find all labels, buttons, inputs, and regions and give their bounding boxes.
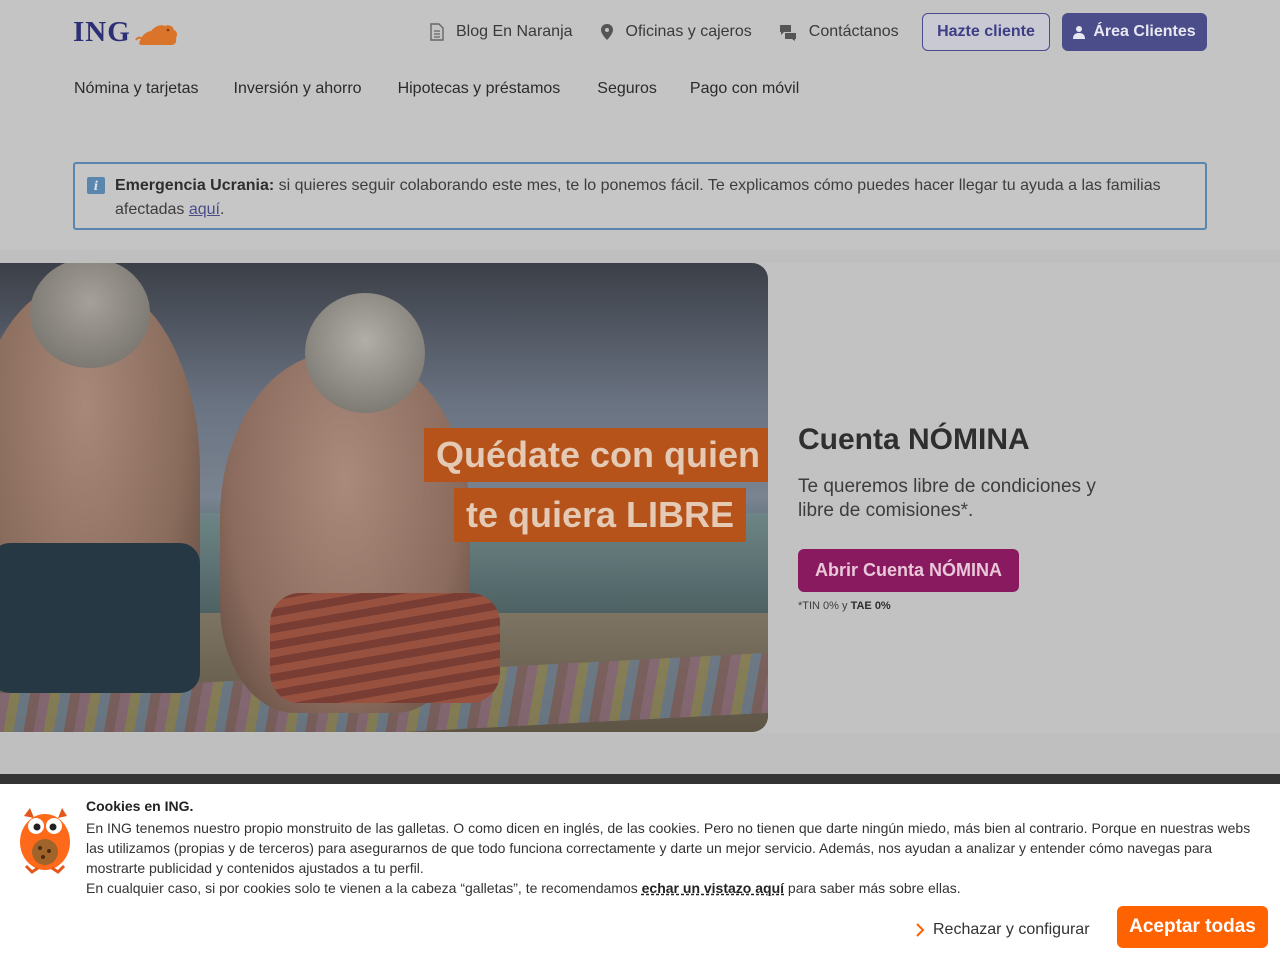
ukraine-alert: i Emergencia Ucrania: si quieres seguir … [73, 162, 1207, 230]
user-icon [1073, 26, 1086, 39]
info-icon: i [87, 177, 105, 194]
hero-legal-note: *TIN 0% y TAE 0% [798, 600, 891, 612]
topnav-label: Contáctanos [808, 23, 899, 40]
nav-nomina-tarjetas[interactable]: Nómina y tarjetas [74, 80, 199, 98]
site-header: ING Blog En Naranja Oficinas y cajeros C… [0, 0, 1280, 250]
reject-configure-button[interactable]: Rechazar y configurar [915, 918, 1090, 942]
nav-inversion-ahorro[interactable]: Inversión y ahorro [234, 80, 362, 98]
cookie-monster-icon [20, 808, 70, 874]
hero-image: Quédate con quien te quiera LIBRE [0, 263, 768, 732]
alert-end: . [219, 201, 225, 218]
area-clientes-label: Área Clientes [1093, 23, 1196, 40]
cookie-title: Cookies en ING. [86, 798, 194, 814]
topnav-label: Blog En Naranja [456, 23, 573, 40]
topnav-oficinas[interactable]: Oficinas y cajeros [600, 23, 752, 41]
nav-seguros[interactable]: Seguros [597, 80, 657, 98]
lion-icon [134, 24, 177, 45]
chevron-right-icon [916, 923, 925, 937]
headline-line-2: te quiera LIBRE [454, 488, 747, 542]
main-navigation: Nómina y tarjetas Inversión y ahorro Hip… [74, 80, 799, 98]
nav-pago-movil[interactable]: Pago con móvil [690, 80, 799, 98]
hero-title: Cuenta NÓMINA [798, 423, 1030, 456]
topnav-label: Oficinas y cajeros [625, 23, 752, 40]
logo-text: ING [73, 16, 131, 48]
hero-description: Te queremos libre de condiciones y libre… [798, 476, 1096, 521]
document-icon [430, 23, 444, 41]
cookie-info-link[interactable]: echar un vistazo aquí [642, 880, 784, 896]
headline-line-1: Quédate con quien [424, 428, 768, 482]
abrir-cuenta-button[interactable]: Abrir Cuenta NÓMINA [798, 549, 1019, 592]
hero-section: Quédate con quien te quiera LIBRE Cuenta… [0, 263, 1280, 733]
cookie-banner: Cookies en ING. En ING tenemos nuestro p… [0, 784, 1280, 960]
location-pin-icon [600, 24, 613, 40]
nav-hipotecas-prestamos[interactable]: Hipotecas y préstamos [398, 80, 561, 98]
area-clientes-button[interactable]: Área Clientes [1062, 13, 1207, 51]
alert-link[interactable]: aquí [189, 201, 220, 218]
cookie-text-secondary: En cualquier caso, si por cookies solo t… [86, 880, 961, 896]
top-navigation: Blog En Naranja Oficinas y cajeros Contá… [430, 14, 926, 50]
accept-all-button[interactable]: Aceptar todas [1117, 906, 1268, 948]
topnav-blog[interactable]: Blog En Naranja [430, 23, 573, 41]
hazte-cliente-button[interactable]: Hazte cliente [922, 13, 1050, 51]
chat-bubbles-icon [779, 25, 796, 41]
reject-label: Rechazar y configurar [933, 921, 1090, 938]
ing-logo[interactable]: ING [73, 16, 179, 49]
topnav-contacto[interactable]: Contáctanos [779, 23, 899, 41]
alert-title: Emergencia Ucrania: [115, 177, 275, 194]
cookie-text: En ING tenemos nuestro propio monstruito… [86, 820, 1251, 876]
